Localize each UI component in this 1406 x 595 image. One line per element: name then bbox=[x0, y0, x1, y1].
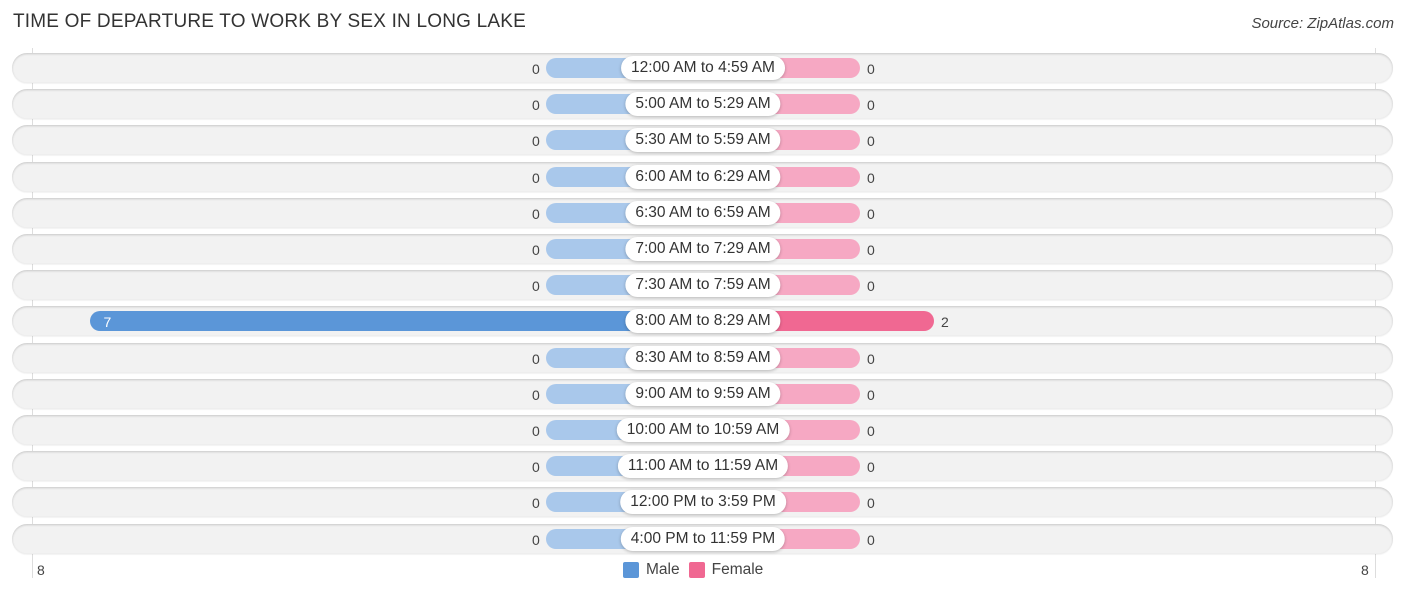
value-label-male: 0 bbox=[532, 97, 540, 114]
category-label: 6:30 AM to 6:59 AM bbox=[625, 200, 781, 225]
value-label-male: 0 bbox=[532, 133, 540, 150]
axis-label-left: 8 bbox=[37, 562, 45, 578]
category-label: 7:30 AM to 7:59 AM bbox=[625, 273, 781, 298]
category-label: 8:30 AM to 8:59 AM bbox=[625, 345, 781, 370]
legend-swatch-male bbox=[623, 562, 639, 578]
value-label-male: 0 bbox=[532, 205, 540, 222]
axis-label-right: 8 bbox=[1361, 562, 1369, 578]
value-label-female: 0 bbox=[867, 205, 875, 222]
chart-title: TIME OF DEPARTURE TO WORK BY SEX IN LONG… bbox=[13, 11, 526, 32]
category-label: 10:00 AM to 10:59 AM bbox=[616, 418, 790, 442]
value-label-male: 0 bbox=[532, 242, 540, 258]
category-label: 12:00 PM to 3:59 PM bbox=[620, 490, 786, 515]
category-label: 5:30 AM to 5:59 AM bbox=[625, 128, 781, 153]
value-label-female: 0 bbox=[867, 169, 875, 186]
value-label-male: 0 bbox=[532, 495, 540, 512]
value-label-female: 2 bbox=[941, 314, 949, 331]
source-label: Source: ZipAtlas.com bbox=[1251, 15, 1394, 32]
value-label-male: 7 bbox=[103, 314, 112, 331]
value-label-female: 0 bbox=[867, 531, 875, 548]
legend-swatch-female bbox=[688, 562, 705, 578]
value-label-female: 0 bbox=[867, 386, 875, 403]
value-label-male: 0 bbox=[532, 423, 540, 439]
value-label-female: 0 bbox=[867, 278, 875, 295]
value-label-male: 0 bbox=[532, 61, 540, 77]
value-label-male: 0 bbox=[532, 169, 540, 186]
legend-label-female: Female bbox=[711, 561, 764, 578]
value-label-female: 0 bbox=[867, 495, 875, 512]
value-label-male: 0 bbox=[532, 459, 540, 476]
value-label-female: 0 bbox=[867, 133, 875, 150]
value-label-female: 0 bbox=[867, 97, 875, 114]
category-label: 8:00 AM to 8:29 AM bbox=[625, 309, 781, 334]
category-label: 7:00 AM to 7:29 AM bbox=[625, 237, 781, 261]
category-label: 6:00 AM to 6:29 AM bbox=[625, 164, 781, 189]
legend: Male Female bbox=[623, 561, 772, 579]
bar-male bbox=[89, 311, 703, 332]
value-label-female: 0 bbox=[867, 61, 875, 77]
category-label: 9:00 AM to 9:59 AM bbox=[625, 381, 781, 406]
value-label-female: 0 bbox=[867, 242, 875, 258]
value-label-male: 0 bbox=[532, 386, 540, 403]
value-label-male: 0 bbox=[532, 350, 540, 367]
legend-item-female: Female bbox=[688, 561, 764, 579]
value-label-female: 0 bbox=[867, 350, 875, 367]
value-label-male: 0 bbox=[532, 278, 540, 295]
category-label: 11:00 AM to 11:59 AM bbox=[617, 454, 789, 479]
legend-item-male: Male bbox=[623, 561, 680, 579]
value-label-male: 0 bbox=[532, 531, 540, 548]
value-label-female: 0 bbox=[867, 423, 875, 439]
category-label: 4:00 PM to 11:59 PM bbox=[620, 526, 786, 551]
category-label: 12:00 AM to 4:59 AM bbox=[621, 56, 785, 80]
category-label: 5:00 AM to 5:29 AM bbox=[625, 92, 781, 117]
legend-label-male: Male bbox=[646, 561, 680, 578]
value-label-female: 0 bbox=[867, 459, 875, 476]
